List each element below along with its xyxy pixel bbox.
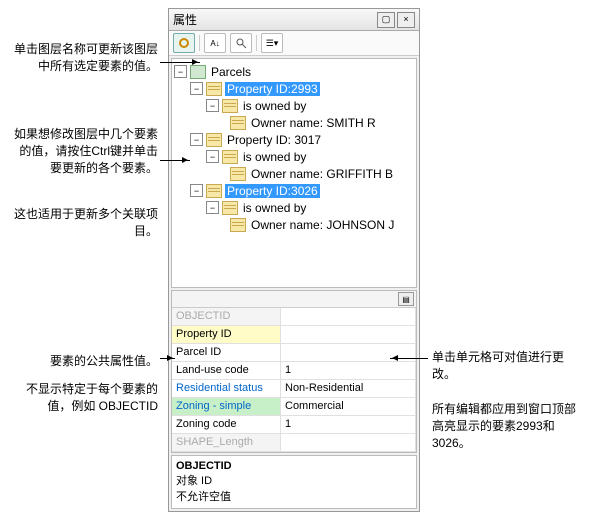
grid-options-button[interactable]: ▤ (398, 292, 414, 306)
grid-row[interactable]: Zoning code1 (172, 416, 416, 434)
collapse-icon[interactable]: − (206, 201, 219, 214)
relation-icon (222, 99, 238, 113)
collapse-icon[interactable]: − (190, 82, 203, 95)
relation-label[interactable]: is owned by (241, 150, 308, 164)
grid-row[interactable]: OBJECTID (172, 308, 416, 326)
toolbar: A↓ ☰▾ (169, 31, 419, 56)
collapse-icon[interactable]: − (206, 150, 219, 163)
field-value-cell[interactable]: Commercial (281, 398, 416, 415)
field-value-cell[interactable] (281, 326, 416, 343)
owner-label[interactable]: Owner name: GRIFFITH B (249, 167, 395, 181)
field-name-cell[interactable]: Parcel ID (172, 344, 281, 361)
identify-tool[interactable] (173, 33, 195, 53)
field-name-cell[interactable]: Zoning code (172, 416, 281, 433)
field-description: OBJECTID 对象 ID 不允许空值 (171, 455, 417, 509)
field-value-cell[interactable] (281, 308, 416, 325)
layer-icon (190, 65, 206, 79)
arrow-icon (390, 358, 428, 359)
annotation: 不显示特定于每个要素的值，例如 OBJECTID (8, 380, 158, 414)
grid-row[interactable]: Parcel ID (172, 344, 416, 362)
arrow-icon (160, 62, 200, 63)
feature-selected[interactable]: Property ID:2993 (225, 82, 320, 96)
sort-tool[interactable]: A↓ (204, 33, 226, 53)
arrow-icon (160, 160, 190, 161)
desc-line: 不允许空值 (176, 488, 412, 504)
arrow-icon (160, 358, 175, 359)
separator (199, 35, 200, 51)
desc-heading: OBJECTID (176, 460, 412, 472)
relation-icon (222, 201, 238, 215)
owner-label[interactable]: Owner name: SMITH R (249, 116, 378, 130)
panel-title: 属性 (173, 11, 375, 28)
close-button[interactable]: × (397, 12, 415, 28)
list-tool[interactable]: ☰▾ (261, 33, 283, 53)
relation-icon (222, 150, 238, 164)
feature-tree[interactable]: −Parcels −Property ID:2993 −is owned by … (171, 58, 417, 288)
annotation: 这也适用于更新多个关联项目。 (8, 205, 158, 239)
relation-label[interactable]: is owned by (241, 99, 308, 113)
zoom-tool[interactable] (230, 33, 252, 53)
collapse-icon[interactable]: − (190, 133, 203, 146)
collapse-icon[interactable]: − (174, 65, 187, 78)
titlebar: 属性 ▢ × (169, 9, 419, 31)
feature-icon (206, 184, 222, 198)
collapse-icon[interactable]: − (190, 184, 203, 197)
annotation: 如果想修改图层中几个要素的值，请按住Ctrl键并单击要更新的各个要素。 (8, 125, 158, 176)
relation-label[interactable]: is owned by (241, 201, 308, 215)
record-icon (230, 218, 246, 232)
pin-button[interactable]: ▢ (377, 12, 395, 28)
layer-name[interactable]: Parcels (209, 65, 253, 79)
attributes-panel: 属性 ▢ × A↓ ☰▾ −Parcels −Property ID:2993 … (168, 8, 420, 512)
field-name-cell[interactable]: Land-use code (172, 362, 281, 379)
field-name-cell[interactable]: OBJECTID (172, 308, 281, 325)
field-name-cell[interactable]: Zoning - simple (172, 398, 281, 415)
grid-row[interactable]: Property ID (172, 326, 416, 344)
field-value-cell[interactable]: Non-Residential (281, 380, 416, 397)
grid-row[interactable]: Zoning - simpleCommercial (172, 398, 416, 416)
collapse-icon[interactable]: − (206, 99, 219, 112)
record-icon (230, 167, 246, 181)
separator (256, 35, 257, 51)
grid-row[interactable]: SHAPE_Length (172, 434, 416, 452)
attribute-grid: ▤ OBJECTIDProperty IDParcel IDLand-use c… (171, 290, 417, 453)
field-value-cell[interactable]: 1 (281, 416, 416, 433)
annotation: 所有编辑都应用到窗口顶部高亮显示的要素2993和3026。 (432, 400, 582, 451)
feature-selected[interactable]: Property ID:3026 (225, 184, 320, 198)
record-icon (230, 116, 246, 130)
field-name-cell[interactable]: SHAPE_Length (172, 434, 281, 451)
field-name-cell[interactable]: Residential status (172, 380, 281, 397)
owner-label[interactable]: Owner name: JOHNSON J (249, 218, 396, 232)
annotation: 单击单元格可对值进行更改。 (432, 348, 582, 382)
grid-row[interactable]: Land-use code1 (172, 362, 416, 380)
grid-row[interactable]: Residential statusNon-Residential (172, 380, 416, 398)
field-name-cell[interactable]: Property ID (172, 326, 281, 343)
feature-icon (206, 133, 222, 147)
field-value-cell[interactable]: 1 (281, 362, 416, 379)
feature-label[interactable]: Property ID: 3017 (225, 133, 323, 147)
desc-line: 对象 ID (176, 472, 412, 488)
feature-icon (206, 82, 222, 96)
annotation: 单击图层名称可更新该图层中所有选定要素的值。 (8, 40, 158, 74)
annotation: 要素的公共属性值。 (8, 352, 158, 369)
field-value-cell[interactable] (281, 434, 416, 451)
